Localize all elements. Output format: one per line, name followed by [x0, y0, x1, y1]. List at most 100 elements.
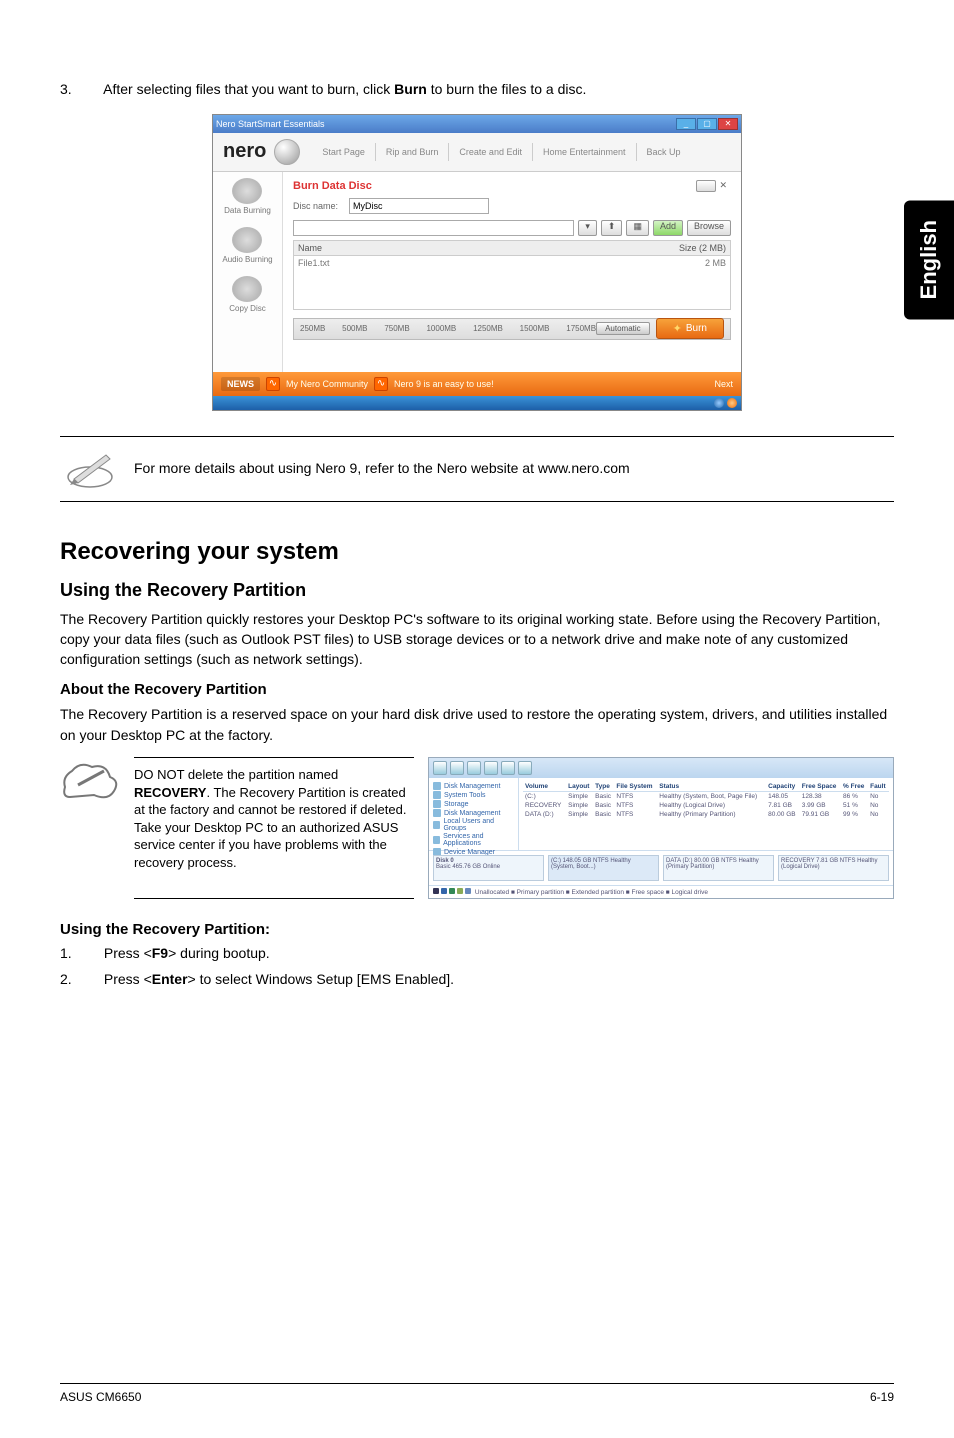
- nero-footer: [213, 396, 741, 410]
- tree-item[interactable]: Disk Management: [433, 809, 514, 817]
- file-list[interactable]: Name Size (2 MB) File1.txt 2 MB: [293, 240, 731, 310]
- table-row[interactable]: DATA (D:)SimpleBasicNTFSHealthy (Primary…: [523, 810, 889, 819]
- partition-c[interactable]: (C:) 148.05 GB NTFS Healthy (System, Boo…: [548, 855, 659, 881]
- sidebar-audio-burning[interactable]: Audio Burning: [222, 227, 272, 264]
- file-size: 2 MB: [705, 258, 726, 268]
- recovery-paragraph-2: The Recovery Partition is a reserved spa…: [60, 704, 894, 745]
- disk-volume-table: Volume Layout Type File System Status Ca…: [519, 778, 893, 850]
- step-1-text-b: > during bootup.: [168, 945, 270, 961]
- rss-icon[interactable]: ∿: [374, 377, 388, 391]
- sidebar-copy-disc[interactable]: Copy Disc: [229, 276, 265, 313]
- tree-item[interactable]: System Tools: [433, 791, 514, 799]
- disc-name-label: Disc name:: [293, 201, 343, 211]
- news-item-1[interactable]: My Nero Community: [286, 379, 368, 389]
- view-button[interactable]: ▦: [626, 220, 649, 236]
- tree-item[interactable]: Storage: [433, 800, 514, 808]
- disk-0-label: Disk 0Basic 465.76 GB Online: [433, 855, 544, 881]
- file-name: File1.txt: [298, 258, 330, 268]
- toolbar-icon: [467, 761, 481, 775]
- minimize-button[interactable]: _: [676, 118, 696, 130]
- disc-icon: [232, 178, 262, 204]
- toolbar-icon: [518, 761, 532, 775]
- rss-icon[interactable]: ∿: [266, 377, 280, 391]
- panel-close[interactable]: ✕: [696, 180, 727, 192]
- disk-tree: Disk Management System Tools Storage Dis…: [429, 778, 519, 850]
- tick: 1250MB: [473, 324, 503, 333]
- tab-start-page[interactable]: Start Page: [312, 143, 375, 161]
- sidebar-label: Copy Disc: [229, 304, 265, 313]
- language-tab: English: [904, 200, 954, 319]
- nero-window: Nero StartSmart Essentials _ ▢ ✕ nero St…: [212, 114, 742, 411]
- add-button[interactable]: Add: [653, 220, 683, 236]
- recovering-heading: Recovering your system: [60, 538, 894, 566]
- automatic-dropdown[interactable]: Automatic: [596, 322, 650, 335]
- table-row[interactable]: (C:)SimpleBasicNTFSHealthy (System, Boot…: [523, 792, 889, 802]
- tab-rip-burn[interactable]: Rip and Burn: [375, 143, 449, 161]
- maximize-button[interactable]: ▢: [697, 118, 717, 130]
- col-header: Layout: [566, 782, 593, 792]
- partition-recovery[interactable]: RECOVERY 7.81 GB NTFS Healthy (Logical D…: [778, 855, 889, 881]
- news-next[interactable]: Next: [714, 379, 733, 389]
- tick: 1000MB: [426, 324, 456, 333]
- step-3-text-b: to burn the files to a disc.: [431, 81, 587, 97]
- step-3: 3. After selecting files that you want t…: [60, 80, 894, 100]
- footer-page-number: 6-19: [870, 1390, 894, 1404]
- recovery-paragraph-1: The Recovery Partition quickly restores …: [60, 609, 894, 670]
- path-input[interactable]: [293, 220, 574, 236]
- tab-create-edit[interactable]: Create and Edit: [448, 143, 532, 161]
- list-item[interactable]: File1.txt 2 MB: [294, 256, 730, 270]
- news-badge: NEWS: [221, 377, 260, 391]
- col-header: Free Space: [800, 782, 841, 792]
- burn-button-label: Burn: [686, 323, 707, 334]
- step-3-bold: Burn: [394, 81, 427, 97]
- step-2-text-b: > to select Windows Setup [EMS Enabled].: [188, 971, 455, 987]
- col-header: Fault: [868, 782, 889, 792]
- footer-dot-icon: [727, 398, 737, 408]
- table-row[interactable]: RECOVERYSimpleBasicNTFSHealthy (Logical …: [523, 801, 889, 810]
- nero-titlebar: Nero StartSmart Essentials _ ▢ ✕: [213, 115, 741, 133]
- spark-icon: ✦: [673, 322, 682, 335]
- col-header: Type: [593, 782, 614, 792]
- nero-logo: nero: [223, 140, 266, 163]
- dropdown-icon[interactable]: ▾: [578, 220, 597, 236]
- tick: 1750MB: [566, 324, 596, 333]
- burn-button[interactable]: ✦ Burn: [656, 318, 724, 339]
- burn-data-disc-title: Burn Data Disc: [293, 180, 731, 192]
- capacity-ruler: 250MB 500MB 750MB 1000MB 1250MB 1500MB 1…: [293, 318, 731, 340]
- tab-backup[interactable]: Back Up: [636, 143, 691, 161]
- browse-button[interactable]: Browse: [687, 220, 731, 236]
- note-text: For more details about using Nero 9, ref…: [134, 459, 630, 479]
- up-folder-button[interactable]: ⬆: [601, 220, 623, 236]
- tree-item[interactable]: Services and Applications: [433, 833, 514, 847]
- step-1-text-a: Press <: [104, 945, 152, 961]
- pencil-icon: [64, 449, 116, 489]
- page-footer: ASUS CM6650 6-19: [60, 1383, 894, 1404]
- close-button[interactable]: ✕: [718, 118, 738, 130]
- news-item-2[interactable]: Nero 9 is an easy to use!: [394, 379, 494, 389]
- glossy-orb-icon: [274, 139, 300, 165]
- warning-text: DO NOT delete the partition named RECOVE…: [134, 757, 414, 899]
- recovery-step-2: 2. Press <Enter> to select Windows Setup…: [60, 970, 894, 990]
- warn-text-a: DO NOT delete the partition named: [134, 767, 338, 782]
- col-header: File System: [614, 782, 657, 792]
- tick: 250MB: [300, 324, 325, 333]
- sidebar-label: Data Burning: [224, 206, 271, 215]
- footer-dot-icon: [714, 398, 724, 408]
- recovery-step-1: 1. Press <F9> during bootup.: [60, 944, 894, 964]
- sidebar-label: Audio Burning: [222, 255, 272, 264]
- nero-title-text: Nero StartSmart Essentials: [216, 119, 325, 129]
- about-recovery-heading: About the Recovery Partition: [60, 681, 894, 698]
- tab-home-ent[interactable]: Home Entertainment: [532, 143, 636, 161]
- tick: 750MB: [384, 324, 409, 333]
- toolbar-icon: [450, 761, 464, 775]
- partition-d[interactable]: DATA (D:) 80.00 GB NTFS Healthy (Primary…: [663, 855, 774, 881]
- using-recovery-steps-heading: Using the Recovery Partition:: [60, 921, 894, 938]
- warning-icon: [60, 757, 120, 899]
- sidebar-data-burning[interactable]: Data Burning: [224, 178, 271, 215]
- disk-toolbar: [429, 758, 893, 778]
- tree-item[interactable]: Local Users and Groups: [433, 818, 514, 832]
- col-header: Volume: [523, 782, 566, 792]
- step-1-num: 1.: [60, 944, 100, 964]
- disc-name-input[interactable]: [349, 198, 489, 214]
- tree-item[interactable]: Disk Management: [433, 782, 514, 790]
